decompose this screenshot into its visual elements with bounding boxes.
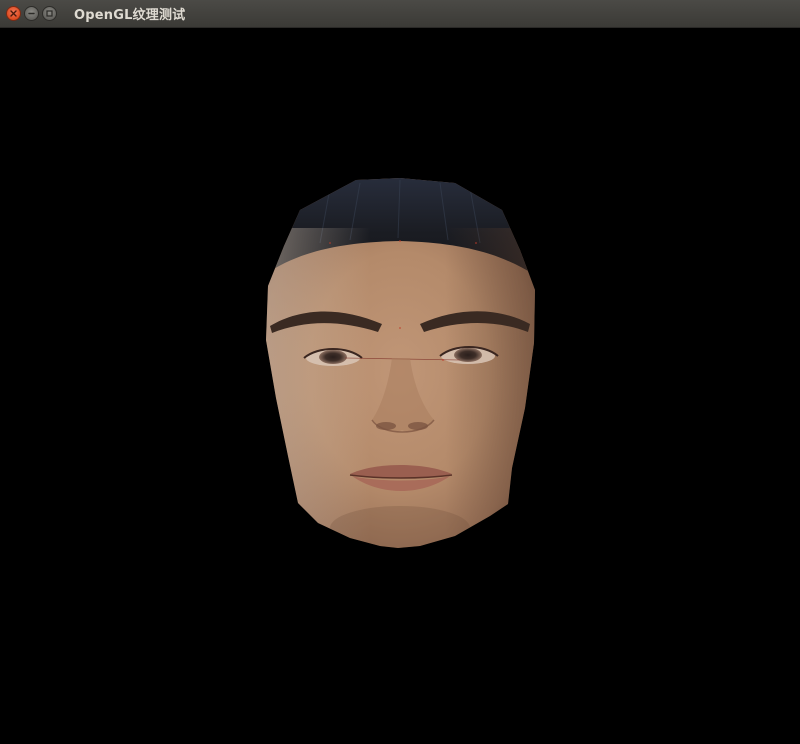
title-bar[interactable]: OpenGL纹理测试 <box>0 0 800 28</box>
left-eye <box>319 350 347 364</box>
window-title: OpenGL纹理测试 <box>74 8 186 23</box>
gl-viewport[interactable] <box>0 28 800 744</box>
face-texture <box>266 178 535 548</box>
minimize-icon <box>28 12 35 15</box>
app-window: OpenGL纹理测试 <box>0 0 800 744</box>
minimize-button[interactable] <box>24 6 39 21</box>
window-controls <box>6 6 57 21</box>
maximize-icon <box>46 10 53 17</box>
close-button[interactable] <box>6 6 21 21</box>
maximize-button[interactable] <box>42 6 57 21</box>
close-icon <box>10 10 17 17</box>
face-mesh-render <box>266 178 535 548</box>
